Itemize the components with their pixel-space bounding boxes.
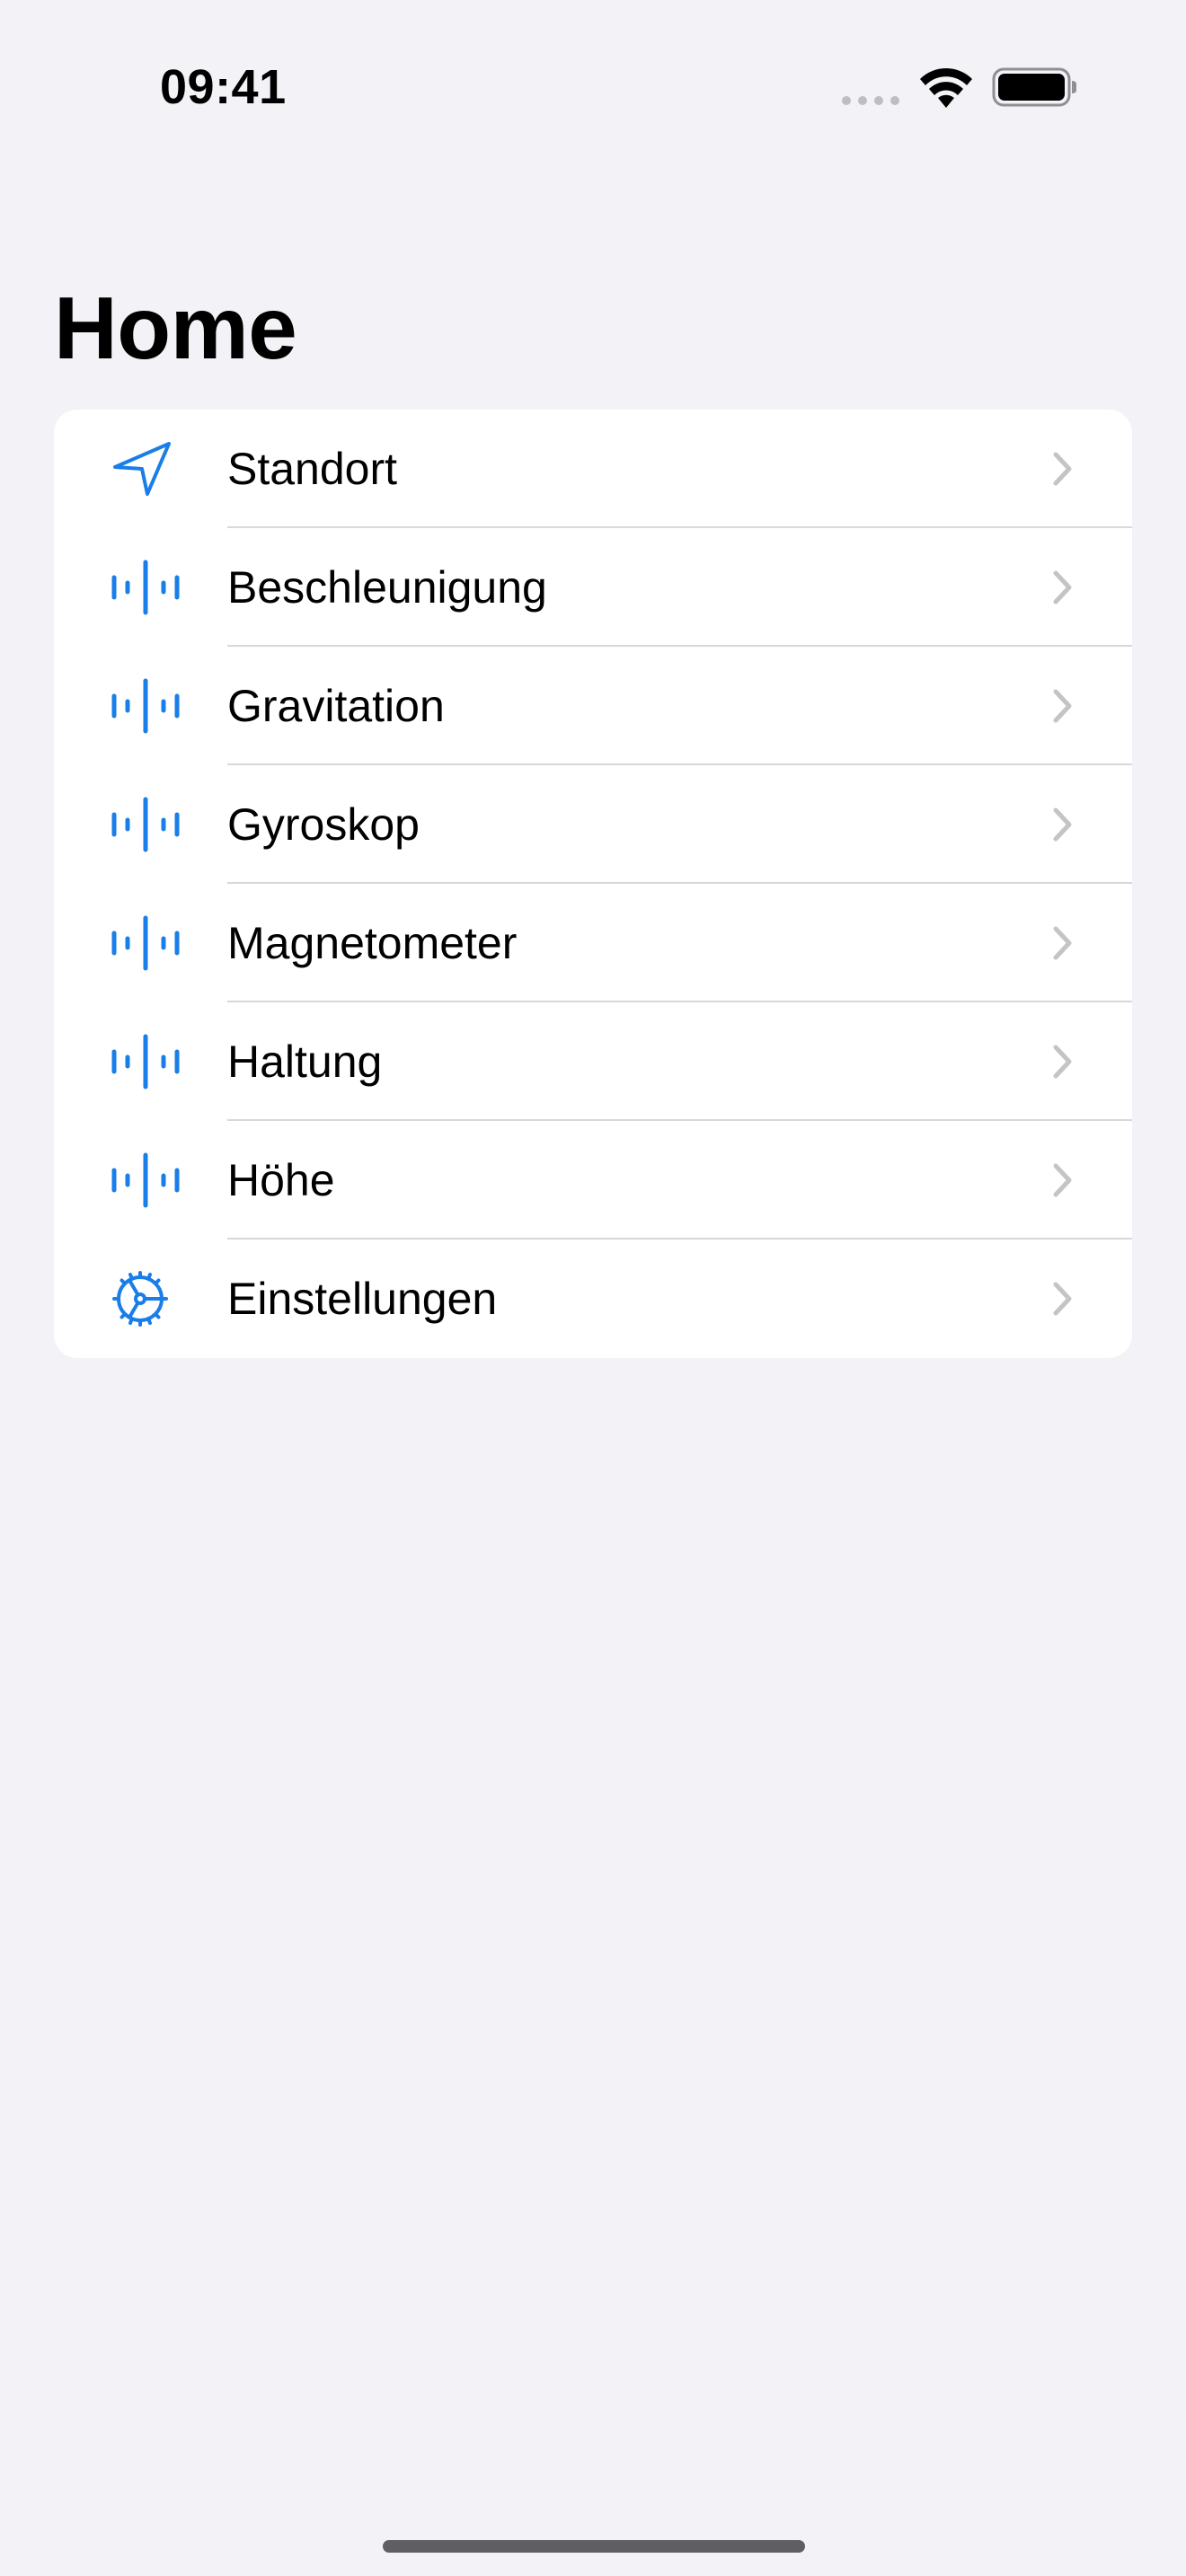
location-arrow-icon [108,440,183,498]
list-item-gyroskop[interactable]: Gyroskop [54,765,1132,884]
chevron-right-icon [1053,1282,1072,1316]
chevron-right-icon [1053,1045,1072,1079]
list-item-magnetometer[interactable]: Magnetometer [54,884,1132,1002]
status-bar: 09:41 [0,0,1186,171]
chevron-right-icon [1053,807,1072,842]
list-item-label: Höhe [227,1155,335,1205]
list-item-label: Einstellungen [227,1274,498,1324]
battery-icon [992,67,1076,107]
list-item-label: Gravitation [227,681,445,731]
list-item-standort[interactable]: Standort [54,410,1132,528]
waveform-icon [108,914,183,972]
waveform-icon [108,677,183,735]
wifi-icon [920,67,972,108]
list-item-beschleunigung[interactable]: Beschleunigung [54,528,1132,647]
chevron-right-icon [1053,689,1072,723]
list-item-label: Magnetometer [227,918,518,968]
chevron-right-icon [1053,1163,1072,1197]
list-item-label: Beschleunigung [227,562,547,613]
chevron-right-icon [1053,926,1072,960]
waveform-icon [108,559,183,616]
page-title: Home [54,278,297,377]
waveform-icon [108,796,183,853]
list-item-gravitation[interactable]: Gravitation [54,647,1132,765]
list-item-label: Haltung [227,1037,383,1087]
home-indicator[interactable] [383,2540,805,2553]
status-time: 09:41 [160,60,287,114]
chevron-right-icon [1053,570,1072,604]
list-item-haltung[interactable]: Haltung [54,1002,1132,1121]
settings-list: Standort Beschleunigung Gravitation Gyro… [54,410,1132,1358]
list-item-einstellungen[interactable]: Einstellungen [54,1239,1132,1358]
list-item-label: Standort [227,444,398,494]
list-item-label: Gyroskop [227,799,420,850]
waveform-icon [108,1033,183,1090]
chevron-right-icon [1053,452,1072,486]
cellular-signal-icon [842,96,899,105]
waveform-icon [108,1151,183,1209]
list-item-hoehe[interactable]: Höhe [54,1121,1132,1239]
gear-icon [108,1270,183,1328]
